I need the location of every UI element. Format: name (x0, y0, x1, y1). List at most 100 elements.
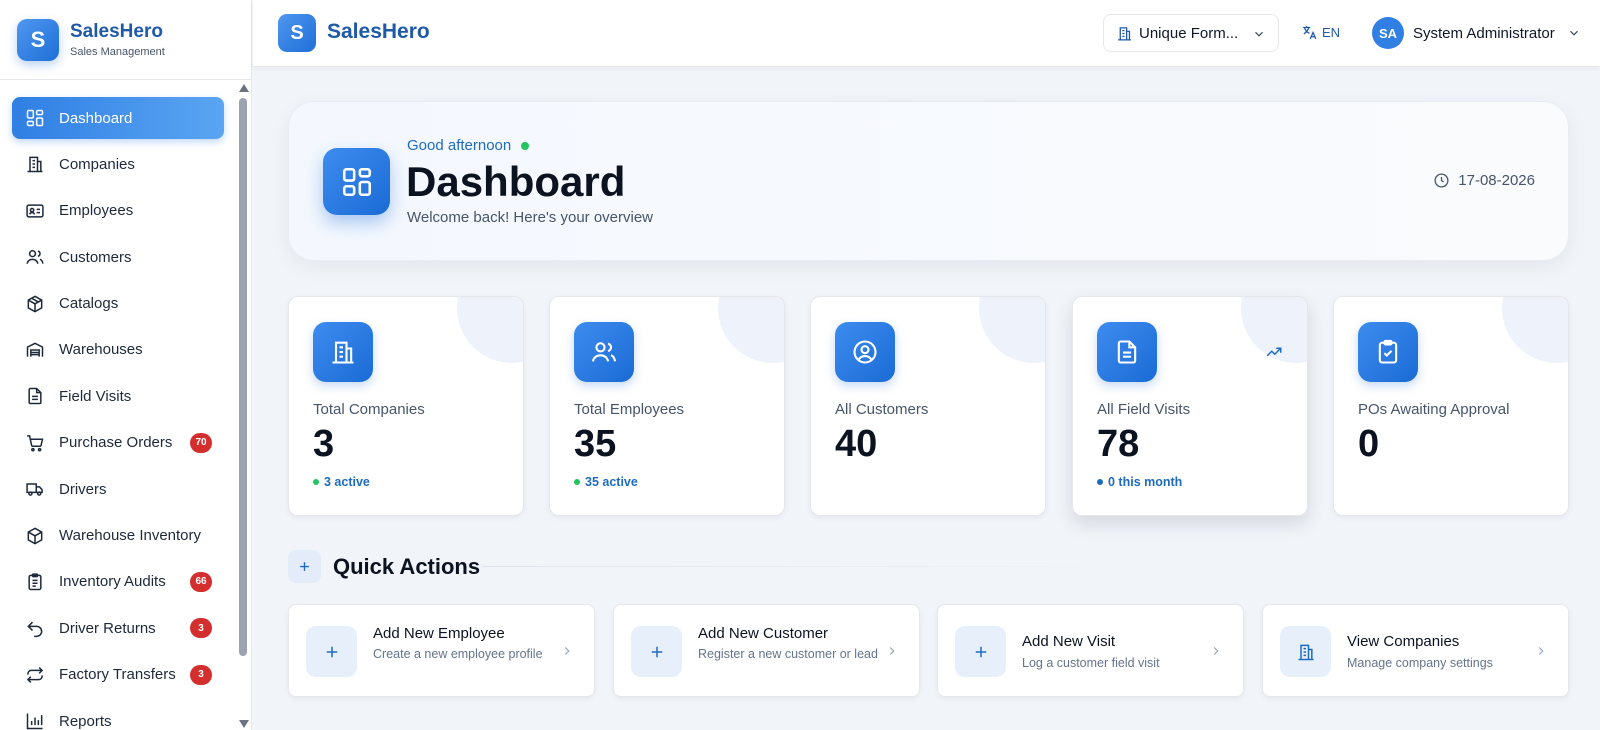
sidebar-item-label: Catalogs (59, 295, 119, 313)
sidebar-item-customers[interactable]: Customers (12, 236, 224, 278)
quick-actions-header: Quick Actions (288, 550, 480, 583)
building-icon (27, 156, 43, 173)
dashboard-hero: Good afternoon Dashboard Welcome back! H… (288, 101, 1569, 261)
greeting-text: Good afternoon (407, 137, 512, 154)
stat-card-employees[interactable]: Total Employees 35 35 active (549, 296, 785, 516)
add-new-employee-button[interactable]: Add New Employee Create a new employee p… (288, 604, 595, 697)
scroll-up-arrow-icon[interactable] (239, 84, 249, 92)
stat-subtext-label: 3 active (324, 475, 370, 489)
language-switcher[interactable]: EN (1301, 24, 1340, 41)
sidebar-brand[interactable]: S SalesHero Sales Management (0, 0, 251, 80)
card-decoration (457, 297, 523, 363)
grid-icon (323, 148, 390, 215)
language-label: EN (1322, 25, 1341, 40)
stat-subtext-label: 0 this month (1108, 475, 1183, 489)
topbar-brand[interactable]: SalesHero (327, 20, 430, 44)
top-bar: S SalesHero Unique Form... EN SA System … (253, 0, 1600, 67)
stat-card-customers[interactable]: All Customers 40 (810, 296, 1046, 516)
sidebar-item-purchase-orders[interactable]: Purchase Orders 70 (12, 422, 224, 464)
sidebar-item-reports[interactable]: Reports (12, 700, 224, 730)
sidebar-item-label: Warehouse Inventory (59, 527, 202, 545)
count-badge: 3 (190, 664, 212, 685)
sidebar-item-label: Reports (59, 712, 112, 730)
sidebar-item-warehouse-inventory[interactable]: Warehouse Inventory (12, 515, 224, 557)
sidebar-item-field-visits[interactable]: Field Visits (12, 375, 224, 417)
clock-icon (1434, 173, 1449, 188)
warehouse-icon (26, 342, 44, 357)
user-name: System Administrator (1413, 24, 1555, 42)
stat-value: 0 (1358, 423, 1380, 465)
chevron-down-icon (1569, 30, 1578, 36)
sidebar-item-factory-transfers[interactable]: Factory Transfers 3 (12, 654, 224, 696)
count-badge: 70 (190, 432, 212, 453)
bar-chart-icon (26, 713, 43, 730)
sidebar-nav: Dashboard Companies Employees Customers … (0, 80, 251, 730)
stat-value: 35 (574, 423, 617, 465)
sidebar-item-driver-returns[interactable]: Driver Returns 3 (12, 607, 224, 649)
chevron-right-icon (889, 647, 895, 655)
sidebar-item-label: Customers (59, 248, 132, 266)
user-menu[interactable]: SA System Administrator (1372, 17, 1581, 49)
plus-icon (306, 626, 357, 677)
trending-up-icon (1266, 347, 1282, 357)
status-dot (574, 479, 580, 485)
sidebar: S SalesHero Sales Management Dashboard C… (0, 0, 252, 730)
chevron-right-icon (564, 647, 570, 655)
translate-icon (1303, 26, 1317, 40)
grid-icon (26, 109, 44, 127)
add-new-visit-button[interactable]: Add New Visit Log a customer field visit (937, 604, 1244, 697)
avatar: SA (1372, 17, 1404, 49)
brand-subtitle: Sales Management (70, 46, 165, 58)
view-companies-button[interactable]: View Companies Manage company settings (1262, 604, 1569, 697)
stat-card-companies[interactable]: Total Companies 3 3 active (288, 296, 524, 516)
page-subtitle: Welcome back! Here's your overview (407, 209, 654, 226)
stat-card-pos-awaiting[interactable]: POs Awaiting Approval 0 (1333, 296, 1569, 516)
scrollbar-thumb[interactable] (239, 98, 247, 656)
sidebar-item-label: Companies (59, 155, 135, 173)
chevron-down-icon (1255, 31, 1263, 37)
sidebar-item-label: Field Visits (59, 387, 132, 405)
sidebar-item-label: Driver Returns (59, 619, 156, 637)
count-badge: 3 (190, 618, 212, 639)
sidebar-item-label: Employees (59, 202, 134, 220)
add-new-customer-button[interactable]: Add New Customer Register a new customer… (613, 604, 920, 697)
section-title: Quick Actions (333, 553, 481, 579)
sidebar-item-warehouses[interactable]: Warehouses (12, 329, 224, 371)
plus-icon (955, 626, 1006, 677)
sidebar-item-employees[interactable]: Employees (12, 190, 224, 232)
stat-label: POs Awaiting Approval (1358, 401, 1510, 418)
building-icon (313, 322, 373, 382)
sidebar-item-companies[interactable]: Companies (12, 143, 224, 185)
clipboard-check-icon (1358, 322, 1418, 382)
plus-icon (288, 550, 321, 583)
box-icon (27, 526, 43, 545)
company-selector[interactable]: Unique Form... (1103, 14, 1279, 52)
sidebar-item-label: Inventory Audits (59, 573, 166, 591)
scroll-down-arrow-icon[interactable] (239, 720, 249, 728)
stat-card-field-visits[interactable]: All Field Visits 78 0 this month (1072, 296, 1308, 516)
stat-value: 78 (1097, 423, 1140, 465)
sidebar-item-label: Drivers (59, 480, 107, 498)
sidebar-scrollbar[interactable] (238, 84, 249, 730)
sidebar-item-inventory-audits[interactable]: Inventory Audits 66 (12, 561, 224, 603)
sidebar-item-dashboard[interactable]: Dashboard (12, 97, 224, 139)
brand-name: SalesHero (70, 21, 163, 42)
chevron-right-icon (1538, 647, 1544, 655)
company-selector-value: Unique Form... (1139, 24, 1239, 42)
stat-label: All Customers (835, 401, 929, 418)
building-icon (1280, 626, 1331, 677)
users-icon (574, 322, 634, 382)
stat-label: Total Companies (313, 401, 425, 418)
user-circle-icon (835, 322, 895, 382)
document-icon (28, 388, 42, 405)
transfer-icon (26, 666, 44, 683)
sidebar-item-label: Purchase Orders (59, 434, 173, 452)
sidebar-item-catalogs[interactable]: Catalogs (12, 283, 224, 325)
undo-icon (27, 621, 43, 638)
sidebar-item-label: Warehouses (59, 341, 143, 359)
topbar-logo[interactable]: S (278, 14, 316, 52)
sidebar-item-drivers[interactable]: Drivers (12, 468, 224, 510)
count-badge: 66 (190, 571, 212, 592)
truck-icon (26, 483, 43, 496)
id-card-icon (26, 204, 44, 218)
